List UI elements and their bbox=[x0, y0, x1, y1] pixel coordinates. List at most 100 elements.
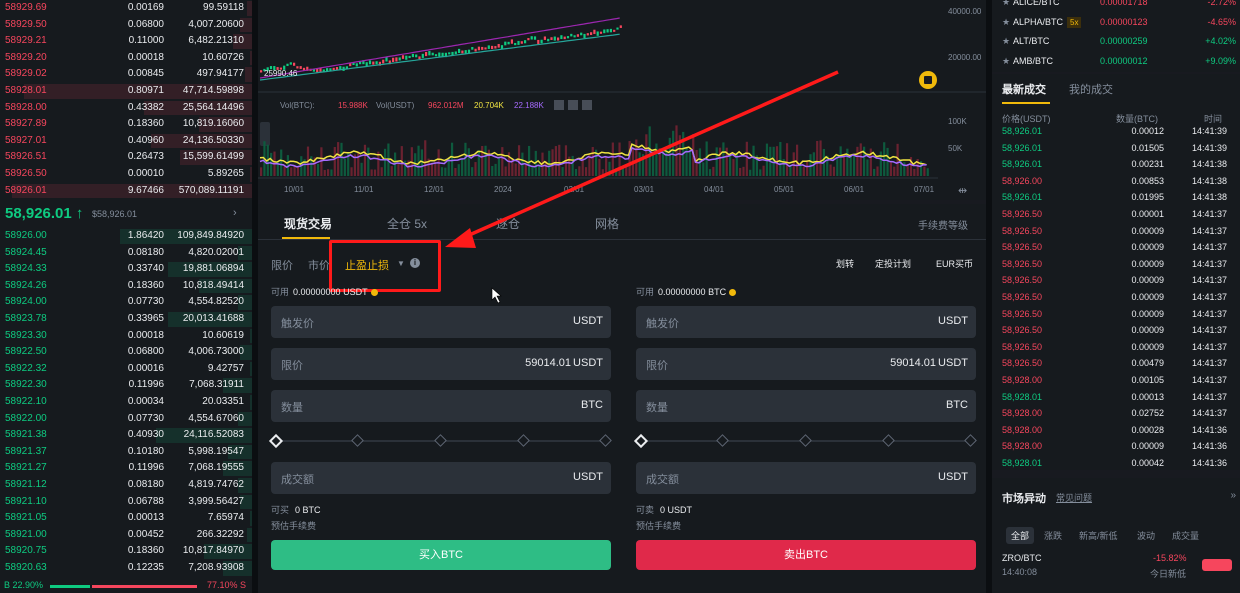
star-icon[interactable]: ★ bbox=[1002, 53, 1010, 70]
tab-isolated-margin[interactable]: 逐仓 bbox=[496, 215, 520, 232]
order-book-row[interactable]: 58924.33 0.33740 19,881.06894 bbox=[0, 261, 252, 278]
trade-price: 58,926.50 bbox=[1002, 225, 1043, 236]
order-book-row[interactable]: 58926.51 0.26473 15,599.61499 bbox=[0, 149, 252, 166]
order-qty: 1.86420 bbox=[127, 230, 164, 241]
star-icon[interactable]: ★ bbox=[1002, 33, 1010, 50]
mover-pair[interactable]: ZRO/BTC bbox=[1002, 553, 1042, 563]
volume-bar bbox=[722, 142, 725, 176]
eur-buy-button[interactable]: EUR买币 bbox=[936, 257, 973, 270]
movers-tab-change[interactable]: 涨跌 bbox=[1039, 527, 1067, 544]
order-book-row[interactable]: 58921.38 0.40930 24,116.52083 bbox=[0, 427, 252, 444]
star-icon[interactable]: ★ bbox=[1002, 14, 1010, 31]
candle bbox=[382, 59, 385, 64]
total-input[interactable]: 成交额 USDT bbox=[636, 462, 976, 494]
candle bbox=[355, 63, 358, 67]
trigger-price-input[interactable]: 触发价 USDT bbox=[271, 306, 611, 338]
price-chart[interactable]: 40000.00 20000.00 25990.46 Vol(BTC): 15.… bbox=[258, 0, 986, 200]
volume-bar bbox=[842, 155, 846, 176]
order-book-row[interactable]: 58929.21 0.11000 6,482.21310 bbox=[0, 33, 252, 50]
dca-plan-button[interactable]: 定投计划 bbox=[875, 257, 911, 270]
order-book-row[interactable]: 58922.50 0.06800 4,006.73000 bbox=[0, 344, 252, 361]
order-type-market[interactable]: 市价 bbox=[308, 257, 330, 273]
order-book-row[interactable]: 58926.00 1.86420 109,849.84920 bbox=[0, 228, 252, 245]
tab-market-trades[interactable]: 最新成交 bbox=[1002, 81, 1046, 97]
volume-bar bbox=[380, 167, 383, 176]
buy-button[interactable]: 买入BTC bbox=[271, 540, 611, 570]
total-input[interactable]: 成交额 USDT bbox=[271, 462, 611, 494]
order-book-row[interactable]: 58922.32 0.00016 9.42757 bbox=[0, 361, 252, 378]
order-book-row[interactable]: 58921.27 0.11996 7,068.19555 bbox=[0, 460, 252, 477]
order-book-row[interactable]: 58929.50 0.06800 4,007.20600 bbox=[0, 17, 252, 34]
buy-ratio-bar bbox=[50, 585, 90, 588]
movers-tab-volatility[interactable]: 波动 bbox=[1132, 527, 1160, 544]
candle bbox=[349, 63, 352, 67]
order-type-limit[interactable]: 限价 bbox=[271, 257, 293, 273]
order-book-row[interactable]: 58927.01 0.40960 24,136.50330 bbox=[0, 133, 252, 150]
order-book-row[interactable]: 58924.26 0.18360 10,818.49414 bbox=[0, 278, 252, 295]
order-book-row[interactable]: 58922.30 0.11996 7,068.31911 bbox=[0, 377, 252, 394]
order-book-row[interactable]: 58921.00 0.00452 266.32292 bbox=[0, 527, 252, 544]
movers-tab-all[interactable]: 全部 bbox=[1006, 527, 1035, 544]
volume-bar bbox=[578, 166, 581, 176]
order-book-row[interactable]: 58921.12 0.08180 4,819.74762 bbox=[0, 477, 252, 494]
order-book-row[interactable]: 58926.01 9.67466 570,089.11191 bbox=[0, 183, 252, 200]
order-book-row[interactable]: 58920.75 0.18360 10,817.84970 bbox=[0, 543, 252, 560]
candle bbox=[510, 39, 513, 44]
amount-slider[interactable] bbox=[633, 430, 977, 452]
candle bbox=[540, 39, 543, 44]
market-row[interactable]: ★ ALT/BTC 0.00000259 +4.02% bbox=[992, 33, 1240, 50]
trigger-price-input[interactable]: 触发价 USDT bbox=[636, 306, 976, 338]
chart-canvas[interactable]: 40000.00 20000.00 25990.46 Vol(BTC): 15.… bbox=[258, 0, 986, 200]
order-book-row[interactable]: 58921.05 0.00013 7.65974 bbox=[0, 510, 252, 527]
order-book-row[interactable]: 58929.02 0.00845 497.94177 bbox=[0, 66, 252, 83]
transfer-button[interactable]: 划转 bbox=[836, 257, 854, 270]
faq-link[interactable]: 常见问题 bbox=[1056, 491, 1092, 504]
tab-my-trades[interactable]: 我的成交 bbox=[1069, 81, 1113, 97]
trade-row: 58,926.50 0.00009 14:41:37 bbox=[992, 289, 1240, 306]
market-row[interactable]: ★ AMB/BTC 0.00000012 +9.09% bbox=[992, 53, 1240, 70]
order-book-row[interactable]: 58920.63 0.12235 7,208.93908 bbox=[0, 560, 252, 577]
trade-price: 58,926.50 bbox=[1002, 258, 1043, 269]
movers-tab-volume[interactable]: 成交量 bbox=[1167, 527, 1204, 544]
trade-time: 14:41:38 bbox=[1192, 192, 1228, 203]
order-book-row[interactable]: 58928.00 0.43382 25,564.14496 bbox=[0, 100, 252, 117]
order-book-row[interactable]: 58928.01 0.80971 47,714.59898 bbox=[0, 83, 252, 100]
order-book-row[interactable]: 58929.69 0.00169 99.59118 bbox=[0, 0, 252, 17]
market-row[interactable]: ★ ALICE/BTC 0.00001718 -2.72% bbox=[992, 0, 1240, 11]
order-price: 58926.51 bbox=[5, 151, 47, 163]
order-book-row[interactable]: 58924.45 0.08180 4,820.02001 bbox=[0, 245, 252, 262]
amount-slider[interactable] bbox=[268, 430, 612, 452]
trade-row: 58,926.00 0.00853 14:41:38 bbox=[992, 173, 1240, 190]
order-book-row[interactable]: 58927.89 0.18360 10,819.16060 bbox=[0, 116, 252, 133]
order-book-row[interactable]: 58926.50 0.00010 5.89265 bbox=[0, 166, 252, 183]
tab-cross-margin[interactable]: 全仓 5x bbox=[387, 215, 427, 232]
order-qty: 9.67466 bbox=[127, 184, 164, 196]
sell-button[interactable]: 卖出BTC bbox=[636, 540, 976, 570]
order-book-row[interactable]: 58929.20 0.00018 10.60726 bbox=[0, 50, 252, 67]
order-book-row[interactable]: 58923.30 0.00018 10.60619 bbox=[0, 328, 252, 345]
collapse-icon[interactable]: » bbox=[1230, 490, 1236, 501]
candle bbox=[464, 50, 467, 54]
candle bbox=[514, 42, 517, 46]
order-book-row[interactable]: 58921.37 0.10180 5,998.19547 bbox=[0, 444, 252, 461]
mid-price[interactable]: 58,926.01 ↑ $58,926.01 › bbox=[0, 203, 252, 225]
chevron-right-icon[interactable]: › bbox=[233, 207, 237, 219]
star-icon[interactable]: ★ bbox=[1002, 0, 1010, 11]
tab-spot[interactable]: 现货交易 bbox=[284, 215, 332, 232]
order-book-row[interactable]: 58921.10 0.06788 3,999.56427 bbox=[0, 494, 252, 511]
order-book-row[interactable]: 58922.10 0.00034 20.03351 bbox=[0, 394, 252, 411]
order-book-row[interactable]: 58922.00 0.07730 4,554.67060 bbox=[0, 411, 252, 428]
limit-price-input[interactable]: 限价 59014.01 USDT bbox=[636, 348, 976, 380]
movers-tab-high-low[interactable]: 新高/新低 bbox=[1074, 527, 1123, 544]
order-book-row[interactable]: 58923.78 0.33965 20,013.41688 bbox=[0, 311, 252, 328]
quantity-input[interactable]: 数量 BTC bbox=[636, 390, 976, 422]
vol-axis-label: 50K bbox=[948, 144, 963, 153]
order-book-row[interactable]: 58924.00 0.07730 4,554.82520 bbox=[0, 294, 252, 311]
quantity-input[interactable]: 数量 BTC bbox=[271, 390, 611, 422]
fee-level-link[interactable]: 手续费等级 bbox=[918, 217, 968, 232]
tab-grid[interactable]: 网格 bbox=[595, 215, 619, 232]
order-qty: 0.06788 bbox=[127, 495, 164, 507]
limit-price-input[interactable]: 限价 59014.01 USDT bbox=[271, 348, 611, 380]
market-row[interactable]: ★ ALPHA/BTC 5x 0.00000123 -4.65% bbox=[992, 14, 1240, 31]
vol-value-2: 962.012M bbox=[428, 101, 464, 110]
